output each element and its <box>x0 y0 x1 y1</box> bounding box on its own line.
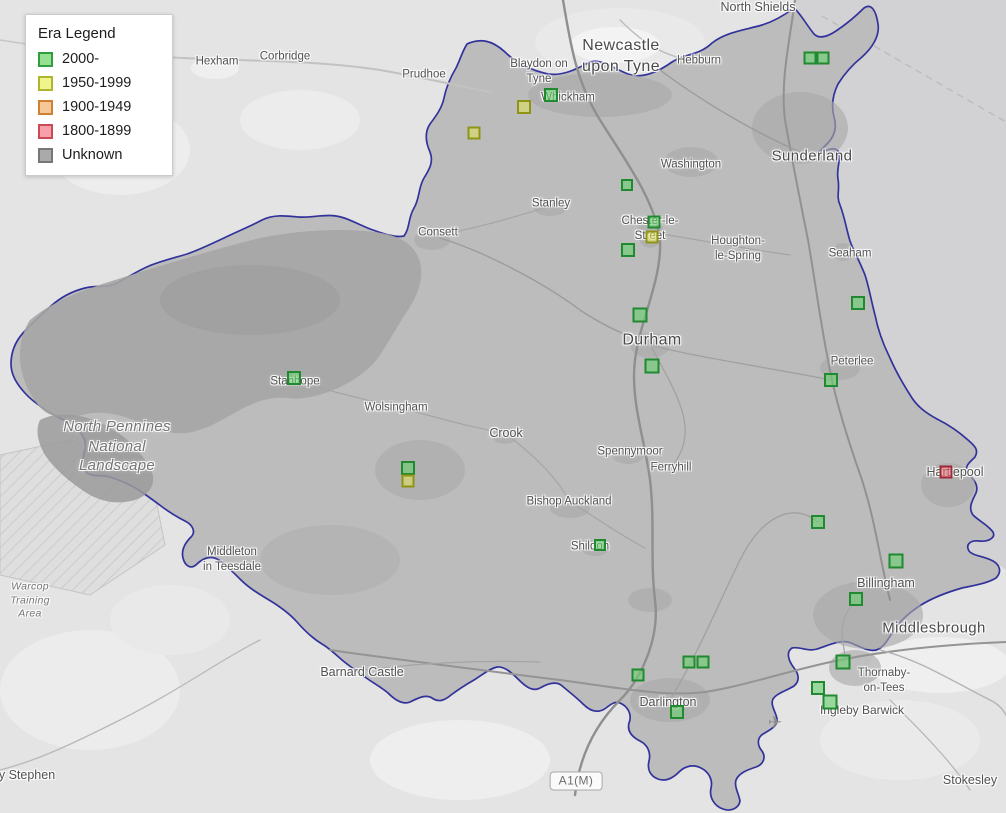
era-legend: Era Legend 2000- 1950-1999 1900-1949 1800-1… <box>25 14 173 176</box>
era-marker[interactable] <box>632 307 648 323</box>
road-shield-a1m: A1(M) <box>549 771 603 791</box>
legend-item[interactable]: 1900-1949 <box>38 99 156 115</box>
era-marker[interactable] <box>939 465 953 479</box>
era-marker[interactable] <box>621 243 635 257</box>
era-marker[interactable] <box>835 654 851 670</box>
legend-swatch-icon <box>38 123 53 139</box>
legend-item-label: 1800-1899 <box>62 123 132 139</box>
era-marker[interactable] <box>631 668 645 682</box>
era-marker[interactable] <box>401 461 415 475</box>
era-marker[interactable] <box>811 515 825 529</box>
legend-item[interactable]: 1950-1999 <box>38 75 156 91</box>
era-marker[interactable] <box>621 179 633 191</box>
era-marker[interactable] <box>803 51 817 65</box>
map-viewport[interactable]: Era Legend 2000- 1950-1999 1900-1949 1800-1… <box>0 0 1006 813</box>
era-marker[interactable] <box>517 100 531 114</box>
era-marker[interactable] <box>647 215 661 229</box>
legend-item-label: 1950-1999 <box>62 75 132 91</box>
legend-swatch-icon <box>38 99 53 115</box>
era-marker[interactable] <box>670 705 684 719</box>
legend-item[interactable]: Unknown <box>38 147 156 163</box>
era-marker[interactable] <box>824 373 838 387</box>
era-marker[interactable] <box>544 88 558 102</box>
era-marker[interactable] <box>287 371 301 385</box>
legend-item[interactable]: 1800-1899 <box>38 123 156 139</box>
era-marker[interactable] <box>467 126 481 140</box>
legend-item[interactable]: 2000- <box>38 51 156 67</box>
era-marker[interactable] <box>816 51 830 65</box>
era-marker[interactable] <box>682 655 696 669</box>
era-marker[interactable] <box>811 681 825 695</box>
era-marker[interactable] <box>888 553 904 569</box>
era-marker[interactable] <box>849 592 863 606</box>
era-marker[interactable] <box>822 694 838 710</box>
legend-item-label: Unknown <box>62 147 123 163</box>
legend-swatch-icon <box>38 75 53 91</box>
legend-swatch-icon <box>38 147 53 163</box>
era-marker[interactable] <box>851 296 865 310</box>
legend-swatch-icon <box>38 51 53 67</box>
era-marker[interactable] <box>645 230 659 244</box>
era-marker[interactable] <box>594 539 606 551</box>
legend-item-label: 1900-1949 <box>62 99 132 115</box>
legend-item-label: 2000- <box>62 51 100 67</box>
legend-items: 2000- 1950-1999 1900-1949 1800-1899 Unknown <box>38 51 156 163</box>
era-marker[interactable] <box>401 474 415 488</box>
era-marker[interactable] <box>644 358 660 374</box>
era-marker[interactable] <box>696 655 710 669</box>
legend-title: Era Legend <box>38 25 116 42</box>
